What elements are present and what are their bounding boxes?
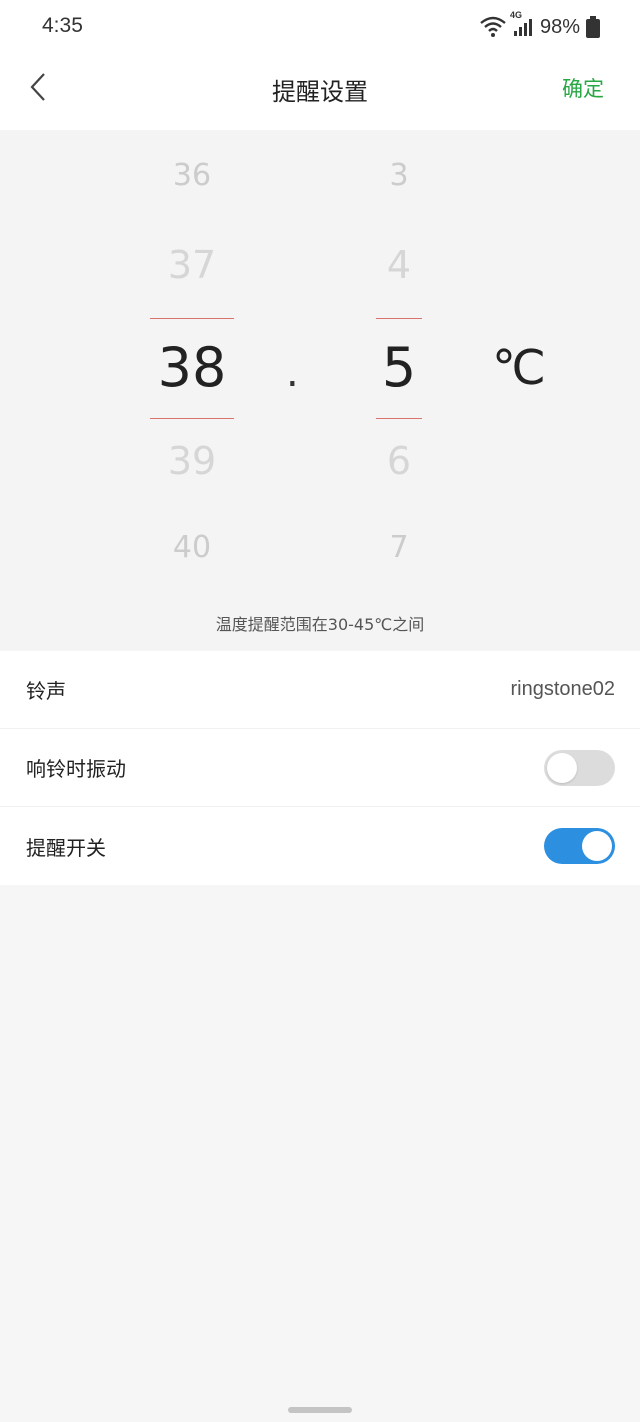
integer-selected-value: 38 bbox=[157, 336, 227, 399]
status-icons: 4G 98% bbox=[480, 10, 600, 41]
wheel-item: 7 bbox=[389, 530, 409, 565]
reminder-label: 提醒开关 bbox=[26, 835, 106, 860]
selection-line-top bbox=[376, 318, 422, 319]
network-type: 4G bbox=[509, 10, 522, 20]
battery-percent: 98% bbox=[539, 15, 580, 38]
status-bar: 4:35 4G 98% bbox=[0, 0, 640, 56]
status-time: 4:35 bbox=[42, 14, 83, 37]
integer-wheel[interactable]: 36 37 38 39 40 bbox=[140, 130, 244, 590]
wheel-item: 36 bbox=[172, 158, 212, 193]
reminder-row: 提醒开关 bbox=[0, 807, 640, 885]
range-note: 温度提醒范围在30-45℃之间 bbox=[215, 615, 425, 634]
wheel-item: 39 bbox=[167, 439, 217, 483]
reminder-toggle[interactable] bbox=[544, 828, 615, 864]
temperature-picker: 36 37 38 39 40 . 3 4 5 6 7 ℃ 温度提醒范围在30-4… bbox=[0, 130, 640, 650]
decimal-selected-value: 5 bbox=[381, 336, 417, 399]
nav-header: 提醒设置 确定 bbox=[0, 56, 640, 130]
decimal-separator: . bbox=[286, 350, 299, 396]
vibrate-row: 响铃时振动 bbox=[0, 729, 640, 807]
settings-list: 铃声 ringstone02 响铃时振动 提醒开关 bbox=[0, 651, 640, 885]
wheel-item: 4 bbox=[386, 243, 412, 287]
selection-line-bottom bbox=[150, 418, 234, 419]
wheel-item: 3 bbox=[389, 158, 409, 193]
selection-line-top bbox=[150, 318, 234, 319]
toggle-knob bbox=[547, 752, 577, 783]
wheel-item: 6 bbox=[386, 439, 412, 483]
vibrate-toggle[interactable] bbox=[544, 749, 615, 786]
ringtone-label: 铃声 bbox=[26, 679, 66, 703]
signal-icon: 4G bbox=[510, 10, 534, 38]
wifi-icon bbox=[480, 16, 506, 38]
decimal-wheel[interactable]: 3 4 5 6 7 bbox=[368, 130, 430, 590]
confirm-button[interactable]: 确定 bbox=[562, 73, 604, 103]
vibrate-label: 响铃时振动 bbox=[26, 757, 126, 781]
home-indicator[interactable] bbox=[288, 1407, 352, 1413]
ringtone-value: ringstone02 bbox=[510, 678, 615, 700]
page-title: 提醒设置 bbox=[272, 78, 368, 106]
wheel-item: 37 bbox=[167, 243, 217, 287]
selection-line-bottom bbox=[376, 418, 422, 419]
wheel-item: 40 bbox=[172, 530, 212, 565]
toggle-knob bbox=[582, 831, 612, 861]
battery-icon bbox=[586, 16, 600, 38]
ringtone-row[interactable]: 铃声 ringstone02 bbox=[0, 651, 640, 729]
temperature-unit: ℃ bbox=[492, 340, 546, 396]
